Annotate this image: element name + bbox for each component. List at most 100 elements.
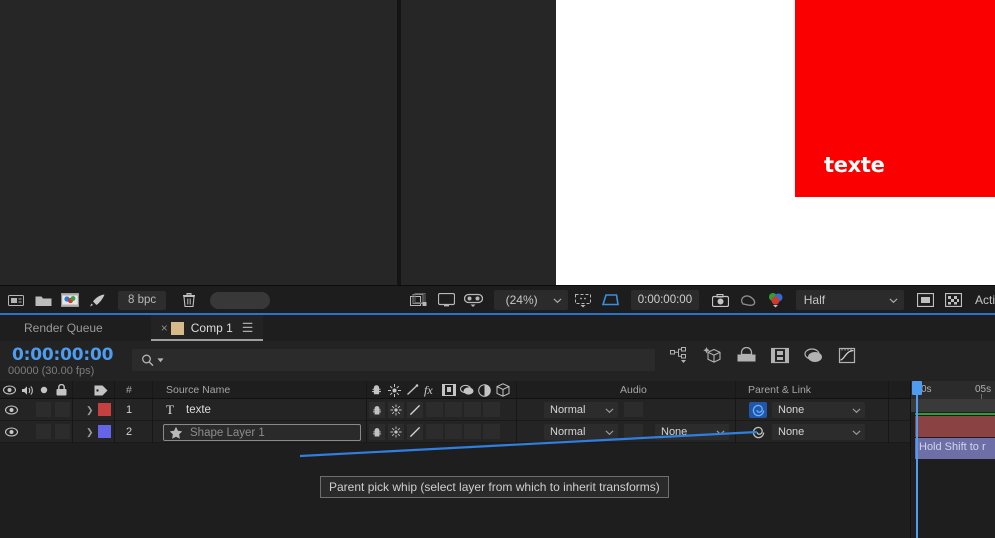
video-column-icon: [3, 381, 16, 399]
frame-rate-info: 00000 (30.00 fps): [8, 365, 95, 377]
work-area-bar[interactable]: [911, 399, 995, 412]
timeline-header: 0:00:00:00 00000 (30.00 fps): [0, 341, 995, 381]
region-of-interest-icon[interactable]: [599, 289, 623, 311]
comp-color-swatch: [170, 321, 184, 335]
composition-mini-flowchart-icon[interactable]: [670, 346, 688, 369]
table-row[interactable]: ❯ 1 T texte Normal None: [0, 399, 910, 421]
transparency-grid-icon[interactable]: [914, 289, 938, 311]
layer-2-blend-mode-dropdown[interactable]: Normal: [544, 424, 618, 440]
audio-indicator-line: [915, 413, 995, 415]
layer-1-expand-arrow[interactable]: ❯: [86, 399, 94, 421]
layer-1-lock-toggle[interactable]: [55, 402, 70, 417]
draft-3d-icon[interactable]: [703, 346, 722, 369]
playhead[interactable]: [912, 381, 922, 538]
chevron-down-icon: [852, 429, 861, 435]
layer-2-parent-value: None: [778, 426, 805, 438]
layer-1-label-color[interactable]: [98, 403, 111, 416]
panel-menu-icon[interactable]: ☰: [242, 320, 254, 336]
resolution-value: Half: [803, 293, 826, 307]
rocket-icon[interactable]: [85, 289, 109, 311]
search-input[interactable]: [132, 349, 655, 371]
close-icon[interactable]: ×: [161, 321, 168, 335]
render-queue-icon[interactable]: [4, 289, 28, 311]
bit-depth-button[interactable]: 8 bpc: [118, 290, 167, 310]
layer-1-name[interactable]: texte: [186, 399, 211, 421]
trash-icon[interactable]: [177, 289, 201, 311]
layer-2-visibility-toggle[interactable]: [4, 421, 18, 443]
text-layer-icon: T: [166, 402, 174, 417]
layer-2-shy-switch[interactable]: [369, 424, 385, 440]
resolution-dropdown[interactable]: Half: [795, 290, 904, 310]
search-icon: [142, 354, 154, 366]
show-snapshot-icon[interactable]: [737, 289, 761, 311]
timeline-graph-area[interactable]: 0s 05s Hold Shift to r: [910, 381, 995, 538]
timeline-switches: [670, 346, 856, 369]
source-name-column-label: Source Name: [166, 384, 231, 396]
frame-blending-icon[interactable]: [770, 347, 790, 369]
project-thumbnail-icon[interactable]: [58, 289, 82, 311]
table-row[interactable]: ❯ 2 Shape Layer 1 Normal None None: [0, 421, 910, 443]
layer-1-visibility-toggle[interactable]: [4, 399, 18, 421]
layer-2-track-matte-value: None: [661, 426, 688, 438]
vr-view-icon[interactable]: [462, 289, 486, 311]
layer-1-parent-dropdown[interactable]: None: [772, 402, 865, 418]
layer-2-lock-toggle[interactable]: [55, 424, 70, 439]
folder-icon[interactable]: [31, 289, 55, 311]
solo-column-icon: [39, 381, 49, 399]
timeline-panel: Render Queue × Comp 1 ☰ 0:00:00:00 00000…: [0, 313, 995, 538]
layer-2-parent-dropdown[interactable]: None: [772, 424, 865, 440]
tab-comp-1[interactable]: × Comp 1 ☰: [150, 315, 264, 341]
layer-2-label-color[interactable]: [98, 425, 111, 438]
audio-column-label: Audio: [620, 384, 647, 396]
grid-guides-icon[interactable]: [572, 289, 596, 311]
layer-2-parent-pick-whip[interactable]: [749, 424, 767, 440]
layer-1-quality-switch[interactable]: [388, 402, 404, 418]
tooltip-text: Parent pick whip (select layer from whic…: [329, 480, 660, 494]
multi-frame-render-icon[interactable]: [407, 289, 431, 311]
layer-1-solo-toggle[interactable]: [36, 402, 51, 417]
effects-panel[interactable]: [401, 0, 556, 285]
chevron-down-icon: [553, 297, 562, 303]
hide-shy-layers-icon[interactable]: [737, 346, 756, 368]
tab-comp-1-label: Comp 1: [190, 321, 233, 335]
camera-icon[interactable]: [709, 289, 733, 311]
current-time-display[interactable]: 0:00:00:00: [12, 345, 113, 365]
channel-rgb-icon[interactable]: [764, 289, 788, 311]
timeline-ruler[interactable]: 0s 05s: [911, 381, 995, 399]
parent-link-column-label: Parent & Link: [748, 384, 812, 396]
layer-2-quality-switch[interactable]: [388, 424, 404, 440]
graph-editor-icon[interactable]: [838, 347, 856, 369]
viewer-timecode[interactable]: 0:00:00:00: [630, 290, 700, 310]
toggle-mask-icon[interactable]: [941, 289, 965, 311]
layer-1-parent-value: None: [778, 404, 805, 416]
tab-render-queue[interactable]: Render Queue: [0, 315, 113, 341]
motion-blur-icon[interactable]: [804, 347, 823, 369]
project-toolbar: 8 bpc: [0, 286, 397, 314]
layer-2-expand-arrow[interactable]: ❯: [86, 421, 94, 443]
chevron-down-icon: [157, 357, 164, 362]
zoom-level-value: (24%): [505, 293, 538, 307]
layer-1-shy-switch[interactable]: [369, 402, 385, 418]
chevron-down-icon: [605, 429, 614, 435]
layer-2-name-input[interactable]: Shape Layer 1: [163, 424, 361, 441]
composition-viewer[interactable]: texte: [556, 0, 995, 285]
layer-2-solo-toggle[interactable]: [36, 424, 51, 439]
search-pill[interactable]: [210, 291, 271, 309]
playhead-handle[interactable]: [912, 381, 922, 395]
layer-2-name-value: Shape Layer 1: [190, 427, 265, 439]
switch-adjustment-layer-icon: [478, 381, 491, 399]
layer-1-effects-switch[interactable]: [407, 402, 423, 418]
project-panel[interactable]: [0, 0, 397, 285]
layer-2-duration-bar[interactable]: Hold Shift to r: [915, 438, 995, 459]
layer-1-blend-mode-dropdown[interactable]: Normal: [544, 402, 618, 418]
red-solid-layer: texte: [795, 0, 995, 197]
tooltip: Parent pick whip (select layer from whic…: [320, 476, 669, 498]
layer-1-duration-bar[interactable]: [915, 416, 995, 437]
magnification-dropdown[interactable]: (24%): [493, 290, 568, 310]
camera-view-dropdown[interactable]: Acti: [975, 293, 995, 307]
layer-2-effects-switch[interactable]: [407, 424, 423, 440]
layer-1-parent-pick-whip[interactable]: [749, 402, 767, 418]
monitor-icon[interactable]: [435, 289, 459, 311]
tab-render-queue-label: Render Queue: [24, 321, 103, 335]
layer-2-track-matte-dropdown[interactable]: None: [655, 424, 729, 440]
